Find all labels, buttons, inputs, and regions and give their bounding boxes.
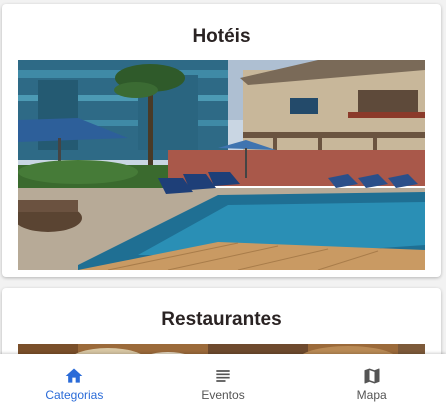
category-title: Restaurantes	[161, 309, 282, 330]
hotel-pool-photo	[18, 60, 425, 270]
app-screen: Hotéis Restaurantes Categorias Eventos M…	[0, 0, 446, 408]
nav-label: Mapa	[356, 388, 387, 402]
category-title: Hotéis	[192, 26, 251, 47]
bottom-navigation: Categorias Eventos Mapa	[0, 354, 446, 408]
nav-item-mapa[interactable]: Mapa	[297, 354, 446, 408]
category-card-hotels[interactable]: Hotéis	[2, 4, 441, 277]
nav-label: Eventos	[201, 388, 245, 402]
list-icon	[216, 370, 230, 382]
nav-label: Categorias	[45, 388, 104, 402]
nav-item-eventos[interactable]: Eventos	[149, 354, 298, 408]
map-icon	[364, 368, 380, 384]
nav-item-categorias[interactable]: Categorias	[0, 354, 149, 408]
home-icon	[65, 368, 83, 383]
